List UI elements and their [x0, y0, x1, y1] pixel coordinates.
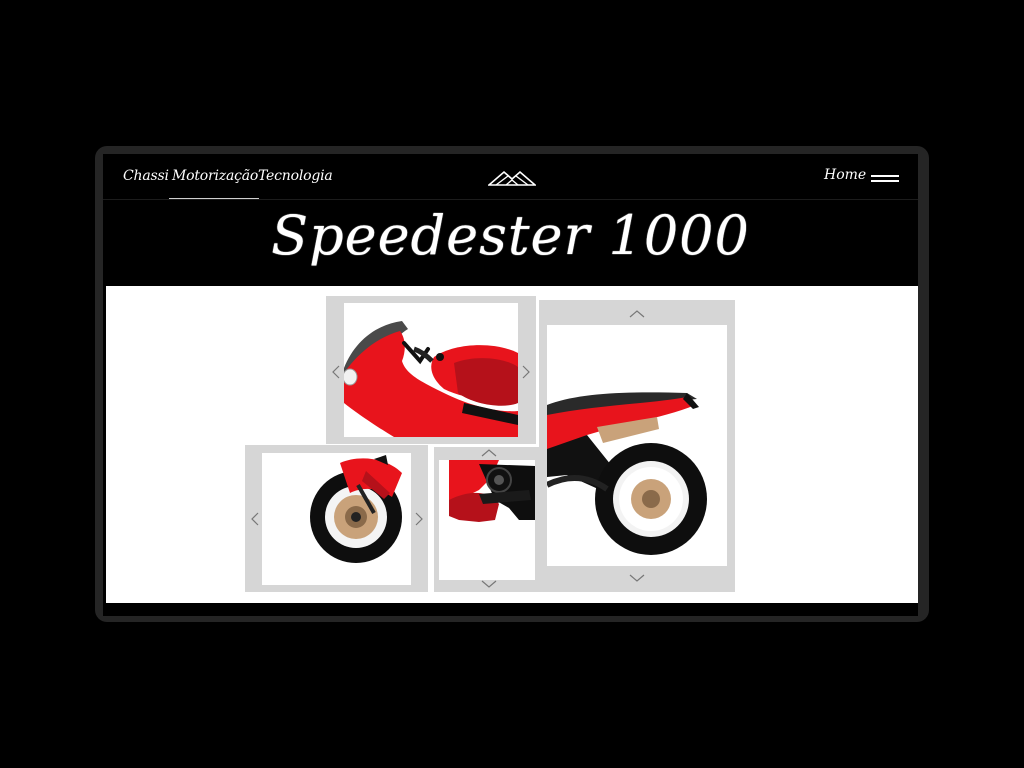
tile-front-wheel[interactable]: [245, 445, 428, 592]
device-frame: Chassi Motorização Tecnologia Home Speed…: [95, 146, 929, 622]
tile-image: [262, 453, 411, 585]
nav-link-chassi[interactable]: Chassi: [123, 168, 169, 184]
arrow-left-icon[interactable]: [328, 364, 344, 380]
arrow-right-icon[interactable]: [411, 511, 427, 527]
tile-image: [344, 303, 518, 437]
arrow-left-icon[interactable]: [247, 511, 263, 527]
tile-front-body[interactable]: [326, 296, 536, 444]
motorcycle-rear-image: [547, 392, 707, 555]
tile-engine[interactable]: [434, 447, 540, 592]
motorcycle-front-wheel-image: [310, 455, 402, 563]
mountain-logo-icon[interactable]: [486, 169, 538, 191]
page-title: Speedester 1000: [271, 204, 750, 267]
arrow-up-icon[interactable]: [629, 306, 645, 322]
hamburger-icon[interactable]: [871, 174, 901, 186]
arrow-right-icon[interactable]: [518, 364, 534, 380]
nav-link-tecnologia[interactable]: Tecnologia: [258, 168, 333, 184]
motorcycle-engine-image: [449, 460, 535, 522]
motorcycle-front-body-image: [344, 321, 518, 437]
arrow-down-icon[interactable]: [629, 570, 645, 586]
screen: Chassi Motorização Tecnologia Home Speed…: [103, 154, 918, 616]
puzzle-stage: [106, 286, 918, 603]
tile-image: [439, 460, 535, 580]
top-navigation: Chassi Motorização Tecnologia Home: [103, 154, 918, 200]
tile-rear-section[interactable]: [539, 300, 735, 592]
nav-link-motorizacao[interactable]: Motorização: [168, 168, 260, 199]
home-link[interactable]: Home: [824, 167, 866, 183]
arrow-up-icon[interactable]: [481, 445, 497, 461]
tile-image: [547, 325, 727, 566]
